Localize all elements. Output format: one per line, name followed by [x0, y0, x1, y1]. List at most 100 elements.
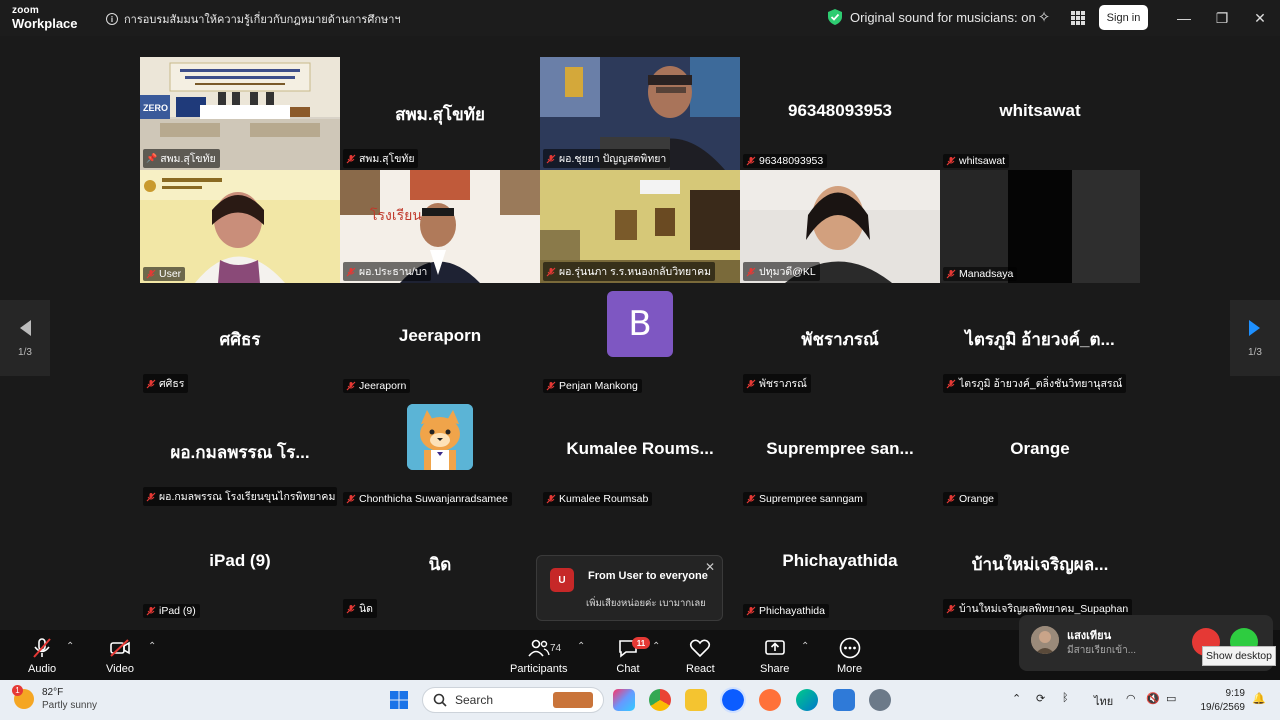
participant-tile[interactable]: ปทุมวดี@KL [740, 170, 940, 283]
more-button[interactable]: More [837, 636, 862, 678]
notification-icon[interactable]: 🔔 [1252, 692, 1266, 705]
previous-page-button[interactable]: 1/3 [0, 300, 50, 376]
file-explorer-icon[interactable] [685, 689, 707, 711]
react-button[interactable]: React [686, 636, 715, 678]
share-options-chevron-icon[interactable]: ⌃ [801, 641, 809, 652]
participant-tile[interactable]: Orange Orange [940, 395, 1140, 508]
participant-tile[interactable]: Phichayathida Phichayathida [740, 507, 940, 620]
tray-chevron-up-icon[interactable]: ⌃ [1012, 692, 1021, 705]
participant-display-name: Suprempree san... [766, 439, 914, 458]
participant-name: Chonthicha Suwanjanradsamee [359, 493, 508, 505]
participant-name: Jeeraporn [359, 380, 407, 392]
participant-name-tag: ผอ.ประธาน/บา [343, 262, 432, 281]
chat-notification[interactable]: U From User to everyone เพิ่มเสียงหน่อยค… [536, 555, 723, 621]
windows-start-icon[interactable] [389, 690, 409, 710]
settings-gear-icon[interactable] [869, 689, 891, 711]
restore-icon[interactable]: ❐ [1210, 6, 1234, 30]
sign-in-button[interactable]: Sign in [1099, 5, 1148, 30]
participant-name: นิด [359, 603, 373, 615]
share-button[interactable]: Share [760, 636, 789, 678]
input-language[interactable]: ไทย [1094, 692, 1113, 710]
apps-grid-icon[interactable] [1068, 8, 1088, 28]
ai-companion-icon[interactable]: ✧ [1034, 8, 1054, 28]
volume-muted-icon[interactable]: 🔇 [1146, 692, 1160, 705]
participants-options-chevron-icon[interactable]: ⌃ [577, 641, 585, 652]
video-off-icon [110, 639, 130, 657]
page-indicator: 1/3 [18, 346, 32, 358]
info-icon[interactable]: i [106, 13, 118, 25]
weather-badge: 1 [12, 685, 23, 696]
participant-tile[interactable]: Chonthicha Suwanjanradsamee [340, 395, 540, 508]
audio-options-chevron-icon[interactable]: ⌃ [66, 641, 74, 652]
bluetooth-icon[interactable]: ᛒ [1062, 692, 1069, 704]
participant-tile[interactable]: สพม.สุโขทัย สพม.สุโขทัย [340, 57, 540, 170]
close-icon[interactable]: ✕ [705, 560, 715, 574]
participant-tile[interactable]: พัชราภรณ์ พัชราภรณ์ [740, 282, 940, 395]
sender-avatar: U [550, 568, 574, 592]
photos-icon[interactable] [833, 689, 855, 711]
participant-tile[interactable]: B Penjan Mankong [540, 282, 740, 395]
participant-tile[interactable]: ศศิธร ศศิธร [140, 282, 340, 395]
participant-tile[interactable]: whitsawat whitsawat [940, 57, 1140, 170]
participant-tile[interactable]: ผอ.ชุยยา ปัญญสตพิทยา [540, 57, 740, 170]
edge-icon[interactable] [796, 689, 818, 711]
participant-name-tag: Orange [943, 492, 999, 506]
participant-tile[interactable]: บ้านใหม่เจริญผล... บ้านใหม่เจริญผลพิทยาค… [940, 507, 1140, 620]
participant-name-tag: Chonthicha Suwanjanradsamee [343, 492, 512, 506]
participant-name: สพม.สุโขทัย [359, 153, 415, 165]
pin-icon: 📌 [146, 153, 158, 163]
chat-notification-message: เพิ่มเสียงหน่อยค่ะ เบามากเลย [586, 598, 706, 609]
chat-options-chevron-icon[interactable]: ⌃ [652, 641, 660, 652]
participant-tile[interactable]: iPad (9) iPad (9) [140, 507, 340, 620]
participant-name-tag: ไตรภูมิ อ้ายวงค์_ตลิ่งชันวิทยานุสรณ์ [943, 374, 1127, 393]
meeting-info[interactable]: i การอบรมสัมมนาให้ความรู้เกี่ยวกับกฎหมาย… [106, 10, 401, 28]
mic-muted-icon [946, 379, 956, 388]
participant-tile[interactable]: Kumalee Roums... Kumalee Roumsab [540, 395, 740, 508]
mic-muted-icon [946, 269, 956, 279]
participant-name-tag: Suprempree sanngam [743, 492, 867, 506]
participant-display-name: iPad (9) [209, 551, 271, 570]
participant-name: User [159, 268, 182, 280]
copilot-icon[interactable] [613, 689, 635, 711]
video-button[interactable]: Video [106, 636, 134, 678]
chrome-icon[interactable] [649, 689, 671, 711]
sync-icon[interactable]: ⟳ [1036, 692, 1045, 705]
caller-name: แสงเทียน [1067, 630, 1112, 642]
participant-tile[interactable]: โรงเรียน ผอ.ประธาน/บา [340, 170, 540, 283]
title-bar: zoom Workplace i การอบรมสัมมนาให้ความรู้… [0, 0, 1280, 36]
svg-text:โรงเรียน: โรงเรียน [370, 207, 422, 223]
participant-tile[interactable]: Suprempree san... Suprempree sanngam [740, 395, 940, 508]
search-icon [433, 693, 447, 707]
participant-tile[interactable]: ZERO 📌 สพม.สุโขทัย [140, 57, 340, 170]
mic-muted-icon [746, 156, 756, 166]
participant-tile[interactable]: ไตรภูมิ อ้ายวงค์_ต... ไตรภูมิ อ้ายวงค์_ต… [940, 282, 1140, 395]
participant-name: Phichayathida [759, 605, 825, 617]
mic-muted-icon [546, 154, 556, 163]
audio-button[interactable]: Audio [28, 636, 56, 678]
participant-tile[interactable]: User [140, 170, 340, 283]
firefox-icon[interactable] [759, 689, 781, 711]
next-page-button[interactable]: 1/3 [1230, 300, 1280, 376]
close-icon[interactable]: ✕ [1248, 6, 1272, 30]
participant-name-tag: สพม.สุโขทัย [343, 149, 419, 168]
wifi-icon[interactable]: ◠ [1126, 692, 1136, 705]
windows-taskbar: 1 82°F Partly sunny Search ⌃ ⟳ ᛒ ไทย ◠ 🔇… [0, 680, 1280, 720]
taskbar-search[interactable]: Search [422, 687, 604, 713]
original-sound-status[interactable]: Original sound for musicians: on [828, 9, 1036, 25]
participant-tile[interactable]: นิด นิด [340, 507, 540, 620]
participant-name-tag: ผอ.ชุยยา ปัญญสตพิทยา [543, 149, 671, 168]
minimize-icon[interactable]: — [1172, 6, 1196, 30]
participant-tile[interactable]: Manadsaya [940, 170, 1140, 283]
participant-tile[interactable]: ผอ.กมลพรรณ โร... ผอ.กมลพรรณ โรงเรียนขุนไ… [140, 395, 340, 508]
weather-widget[interactable]: 1 82°F Partly sunny [12, 685, 97, 712]
video-options-chevron-icon[interactable]: ⌃ [148, 641, 156, 652]
participant-tile[interactable]: 96348093953 96348093953 [740, 57, 940, 170]
system-clock[interactable]: 9:19 19/6/2569 [1195, 687, 1246, 715]
clock-time: 9:19 [1225, 688, 1245, 699]
battery-icon[interactable]: ▭ [1166, 692, 1176, 705]
participant-tile[interactable]: ผอ.รุ่นนภา ร.ร.หนองกลับวิทยาคม [540, 170, 740, 283]
zoom-app-icon[interactable] [720, 687, 746, 713]
participants-label: Participants [510, 663, 568, 675]
gallery-view: ZERO 📌 สพม.สุโขทัย สพม.สุโขทัย สพม.สุโขท… [0, 36, 1280, 630]
participant-tile[interactable]: Jeeraporn Jeeraporn [340, 282, 540, 395]
